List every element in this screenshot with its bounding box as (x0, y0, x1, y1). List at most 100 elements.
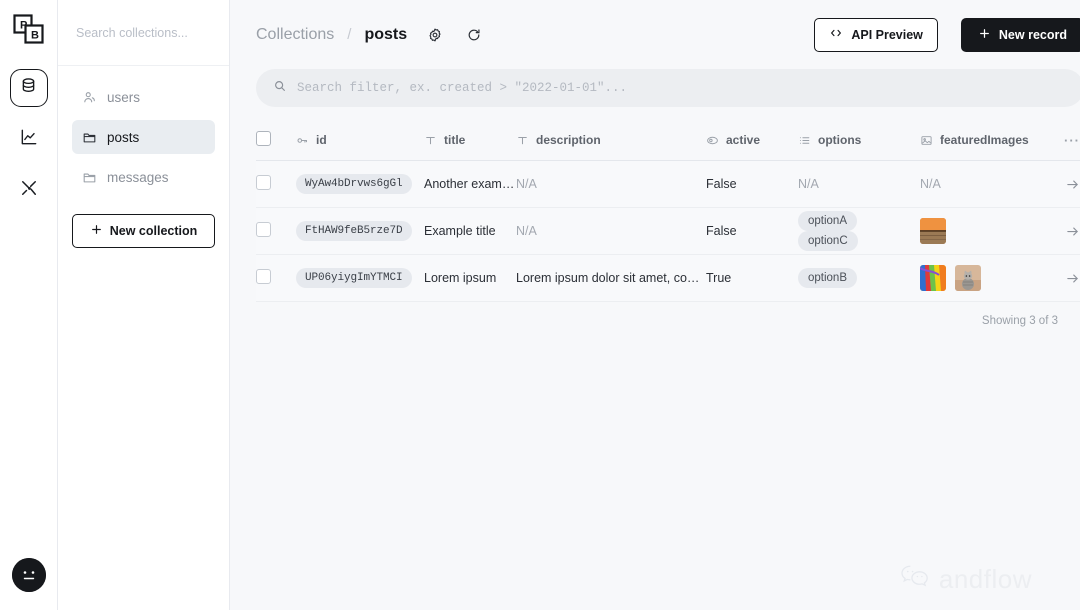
table-row[interactable]: WyAw4bDrvws6gGl Another example N/A Fals… (256, 161, 1080, 208)
table-row[interactable]: FtHAW9feB5rze7D Example title N/A False (256, 208, 1080, 255)
cell-options: optionB (798, 255, 920, 302)
rainbow-thumbnail[interactable] (920, 265, 946, 291)
pocketbase-logo-icon[interactable]: P B (12, 13, 46, 47)
search-filter-input[interactable] (297, 81, 1067, 95)
open-record-arrow-icon[interactable] (1040, 224, 1080, 239)
column-label: active (726, 133, 760, 147)
app-root: P B (0, 0, 1080, 610)
main-panel: Collections / posts (230, 0, 1080, 610)
record-description: N/A (516, 224, 706, 238)
breadcrumb-root[interactable]: Collections (256, 26, 334, 44)
rail-item-settings[interactable] (10, 171, 48, 209)
api-preview-button[interactable]: API Preview (814, 18, 938, 52)
svg-text:P: P (20, 20, 27, 32)
showing-count: Showing 3 of 3 (256, 302, 1080, 327)
table-row[interactable]: UP06yiygImYTMCI Lorem ipsum Lorem ipsum … (256, 255, 1080, 302)
breadcrumb-separator: / (347, 26, 351, 43)
record-images-empty: N/A (920, 177, 941, 191)
column-description[interactable]: description (516, 121, 706, 161)
folder-icon (82, 170, 97, 185)
open-record-arrow-icon[interactable] (1040, 271, 1080, 286)
new-collection-label: New collection (110, 224, 198, 238)
cell-open[interactable] (1040, 161, 1080, 208)
plus-icon (978, 27, 991, 43)
tools-icon (19, 178, 39, 203)
column-label: featuredImages (940, 133, 1029, 147)
record-active: True (706, 271, 731, 285)
sidebar-item-users[interactable]: users (72, 80, 215, 114)
column-active[interactable]: active (706, 121, 798, 161)
select-all-cell[interactable] (256, 121, 296, 161)
record-id: WyAw4bDrvws6gGl (296, 174, 412, 194)
new-record-button[interactable]: New record (961, 18, 1080, 52)
row-checkbox[interactable] (256, 269, 271, 284)
avatar[interactable] (12, 558, 46, 592)
database-icon (19, 76, 38, 100)
column-id[interactable]: id (296, 121, 424, 161)
records-table-wrap: id title (230, 121, 1080, 327)
cell-description: N/A (516, 161, 706, 208)
record-title: Lorem ipsum (424, 271, 516, 285)
collections-search-input[interactable] (76, 26, 211, 40)
option-tag: optionA (798, 211, 857, 231)
row-checkbox[interactable] (256, 222, 271, 237)
cell-active: False (706, 208, 798, 255)
column-title[interactable]: title (424, 121, 516, 161)
column-overflow[interactable]: ··· (1040, 121, 1080, 161)
api-preview-label: API Preview (851, 28, 923, 42)
record-title: Example title (424, 224, 516, 238)
collections-search[interactable] (58, 0, 229, 66)
cell-id: FtHAW9feB5rze7D (296, 208, 424, 255)
cat-thumbnail[interactable] (955, 265, 981, 291)
cell-title: Lorem ipsum (424, 255, 516, 302)
cell-featured-images (920, 208, 1040, 255)
new-record-label: New record (999, 28, 1067, 42)
search-icon (273, 79, 287, 98)
column-featured-images[interactable]: featuredImages (920, 121, 1040, 161)
record-description: Lorem ipsum dolor sit amet, consec… (516, 271, 706, 285)
rail-item-collections[interactable] (10, 69, 48, 107)
sidebar-item-label: users (107, 90, 140, 105)
collections-list: users posts messages (58, 66, 229, 200)
new-collection-button[interactable]: New collection (72, 214, 215, 248)
cell-open[interactable] (1040, 208, 1080, 255)
icon-rail: P B (0, 0, 58, 610)
sidebar-item-label: messages (107, 170, 169, 185)
record-title: Another example (424, 177, 516, 191)
image-icon (920, 134, 933, 147)
collections-sidebar: users posts messages (58, 0, 230, 610)
sunset-thumbnail[interactable] (920, 218, 946, 244)
cell-featured-images: N/A (920, 161, 1040, 208)
cell-description: Lorem ipsum dolor sit amet, consec… (516, 255, 706, 302)
users-icon (82, 90, 97, 105)
option-tag: optionC (798, 231, 858, 251)
column-options[interactable]: options (798, 121, 920, 161)
key-icon (296, 134, 309, 147)
row-checkbox[interactable] (256, 175, 271, 190)
open-record-arrow-icon[interactable] (1040, 177, 1080, 192)
wechat-icon (900, 563, 930, 596)
column-label: title (444, 133, 465, 147)
sidebar-item-messages[interactable]: messages (72, 160, 215, 194)
refresh-icon[interactable] (463, 24, 485, 46)
row-select-cell[interactable] (256, 161, 296, 208)
watermark-text: andflow (939, 564, 1032, 595)
table-head: id title (256, 121, 1080, 161)
rail-item-logs[interactable] (10, 120, 48, 158)
table-header-row: id title (256, 121, 1080, 161)
column-label: options (818, 133, 861, 147)
row-select-cell[interactable] (256, 255, 296, 302)
record-active: False (706, 177, 737, 191)
select-all-checkbox[interactable] (256, 131, 271, 146)
cell-featured-images (920, 255, 1040, 302)
sidebar-item-posts[interactable]: posts (72, 120, 215, 154)
row-select-cell[interactable] (256, 208, 296, 255)
cell-options: N/A (798, 161, 920, 208)
cell-active: True (706, 255, 798, 302)
plus-icon (90, 223, 103, 239)
text-icon (516, 134, 529, 147)
column-label: id (316, 133, 327, 147)
gear-icon[interactable] (424, 24, 446, 46)
search-filter[interactable] (256, 69, 1080, 107)
cell-open[interactable] (1040, 255, 1080, 302)
